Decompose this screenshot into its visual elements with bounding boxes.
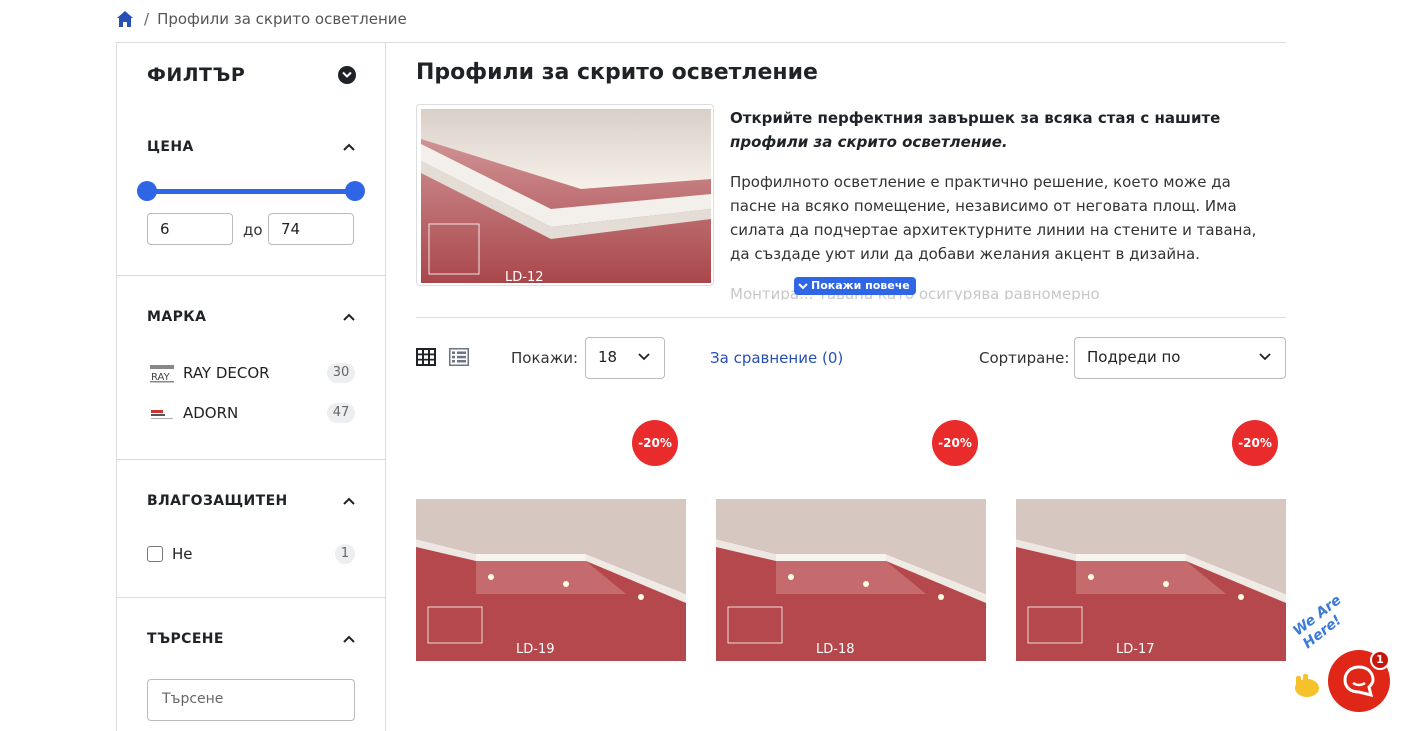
waving-hand-icon [1295, 674, 1319, 697]
per-page-select[interactable]: 18 [585, 337, 665, 379]
per-page-label: Покажи: [511, 349, 579, 367]
chevron-down-icon [1259, 353, 1271, 361]
chevron-up-icon[interactable] [343, 497, 355, 505]
breadcrumb: / Профили за скрито осветление [116, 8, 407, 30]
waterproof-title: ВЛАГОЗАЩИТЕН [147, 493, 288, 509]
chat-notification-badge: 1 [1370, 650, 1390, 670]
breadcrumb-current: Профили за скрито осветление [157, 10, 407, 28]
product-card[interactable]: -20% LD-19 [416, 416, 686, 662]
product-card[interactable]: -20% LD-18 [716, 416, 986, 662]
show-more-label: Покажи повече [811, 279, 910, 292]
product-photo: LD-19 [416, 499, 686, 661]
product-photo: LD-17 [1016, 499, 1286, 661]
sort-value: Подреди по [1087, 348, 1181, 366]
option-count-badge: 1 [335, 544, 355, 564]
hero-caption: LD-12 [505, 270, 544, 283]
filter-toggle-chevron-down-icon[interactable] [338, 66, 356, 84]
chat-widget[interactable]: We Are Here! 1 [1290, 592, 1411, 731]
show-more-button[interactable]: Покажи повече [794, 277, 916, 295]
breadcrumb-separator: / [144, 10, 150, 28]
chevron-down-icon [638, 353, 650, 361]
brand-count-badge: 30 [327, 363, 355, 383]
discount-badge: -20% [1232, 420, 1278, 466]
brand-section: МАРКА RAY RAY DECOR 30 ADORN 47 [117, 276, 385, 460]
price-range-separator: до [243, 221, 263, 239]
product-code: LD-17 [1116, 642, 1155, 657]
price-max-input[interactable]: 74 [268, 213, 354, 245]
category-hero-image: LD-12 [416, 104, 714, 286]
sort-select[interactable]: Подреди по [1074, 337, 1286, 379]
product-image[interactable]: LD-18 [716, 499, 986, 661]
brand-name: RAY DECOR [183, 364, 270, 382]
description-lead-italic: профили за скрито осветление. [730, 133, 1008, 151]
product-code: LD-18 [816, 642, 855, 657]
home-icon[interactable] [116, 10, 134, 28]
discount-badge: -20% [632, 420, 678, 466]
brand-name: ADORN [183, 404, 239, 422]
price-slider-track[interactable] [147, 189, 355, 194]
waterproof-section: ВЛАГОЗАЩИТЕН Не 1 [117, 460, 385, 598]
brand-title: МАРКА [147, 309, 207, 325]
price-section: ФИЛТЪР ЦЕНА 6 до 74 [117, 42, 385, 276]
ray-decor-logo-icon: RAY [150, 365, 174, 383]
brand-item-ray-decor[interactable]: RAY RAY DECOR 30 [149, 361, 355, 385]
brand-item-adorn[interactable]: ADORN 47 [149, 401, 355, 425]
chevron-down-icon [798, 283, 808, 290]
toolbar-divider [416, 317, 1286, 318]
sidebar-search-input[interactable]: Търсене [147, 679, 355, 721]
filter-sidebar: ФИЛТЪР ЦЕНА 6 до 74 МАРКА RAY RAY DECOR … [116, 42, 386, 731]
description-lead: Открийте перфектния завършек за всяка ст… [730, 106, 1275, 154]
chat-bubble-icon [1343, 665, 1375, 697]
chat-tagline: We Are Here! [1290, 592, 1345, 652]
chevron-up-icon[interactable] [343, 143, 355, 151]
product-image[interactable]: LD-19 [416, 499, 686, 661]
price-title: ЦЕНА [147, 139, 194, 155]
compare-link[interactable]: За сравнение (0) [710, 349, 843, 367]
option-label: Не [172, 545, 193, 563]
grid-view-icon[interactable] [416, 348, 436, 366]
sort-label: Сортиране: [979, 349, 1070, 367]
product-card[interactable]: -20% LD-17 [1016, 416, 1286, 662]
list-view-icon[interactable] [449, 348, 469, 366]
category-description: Открийте перфектния завършек за всяка ст… [730, 106, 1275, 300]
description-lead-text: Открийте перфектния завършек за всяка ст… [730, 109, 1221, 127]
per-page-value: 18 [598, 348, 618, 366]
chevron-up-icon[interactable] [343, 313, 355, 321]
hero-photo: LD-12 [421, 109, 711, 285]
product-photo: LD-18 [716, 499, 986, 661]
chevron-up-icon[interactable] [343, 635, 355, 643]
waterproof-option-no[interactable]: Не 1 [147, 542, 355, 566]
search-title: ТЪРСЕНЕ [147, 631, 224, 647]
filter-title: ФИЛТЪР [147, 64, 246, 86]
checkbox[interactable] [147, 546, 163, 562]
price-min-input[interactable]: 6 [147, 213, 233, 245]
product-code: LD-19 [516, 642, 555, 657]
discount-badge: -20% [932, 420, 978, 466]
page-title: Профили за скрито осветление [416, 60, 818, 85]
adorn-logo-icon [151, 410, 173, 419]
description-paragraph: Профилното осветление е практично решени… [730, 173, 1257, 263]
price-slider-max-handle[interactable] [345, 181, 365, 201]
price-slider-min-handle[interactable] [137, 181, 157, 201]
product-image[interactable]: LD-17 [1016, 499, 1286, 661]
brand-count-badge: 47 [327, 403, 355, 423]
